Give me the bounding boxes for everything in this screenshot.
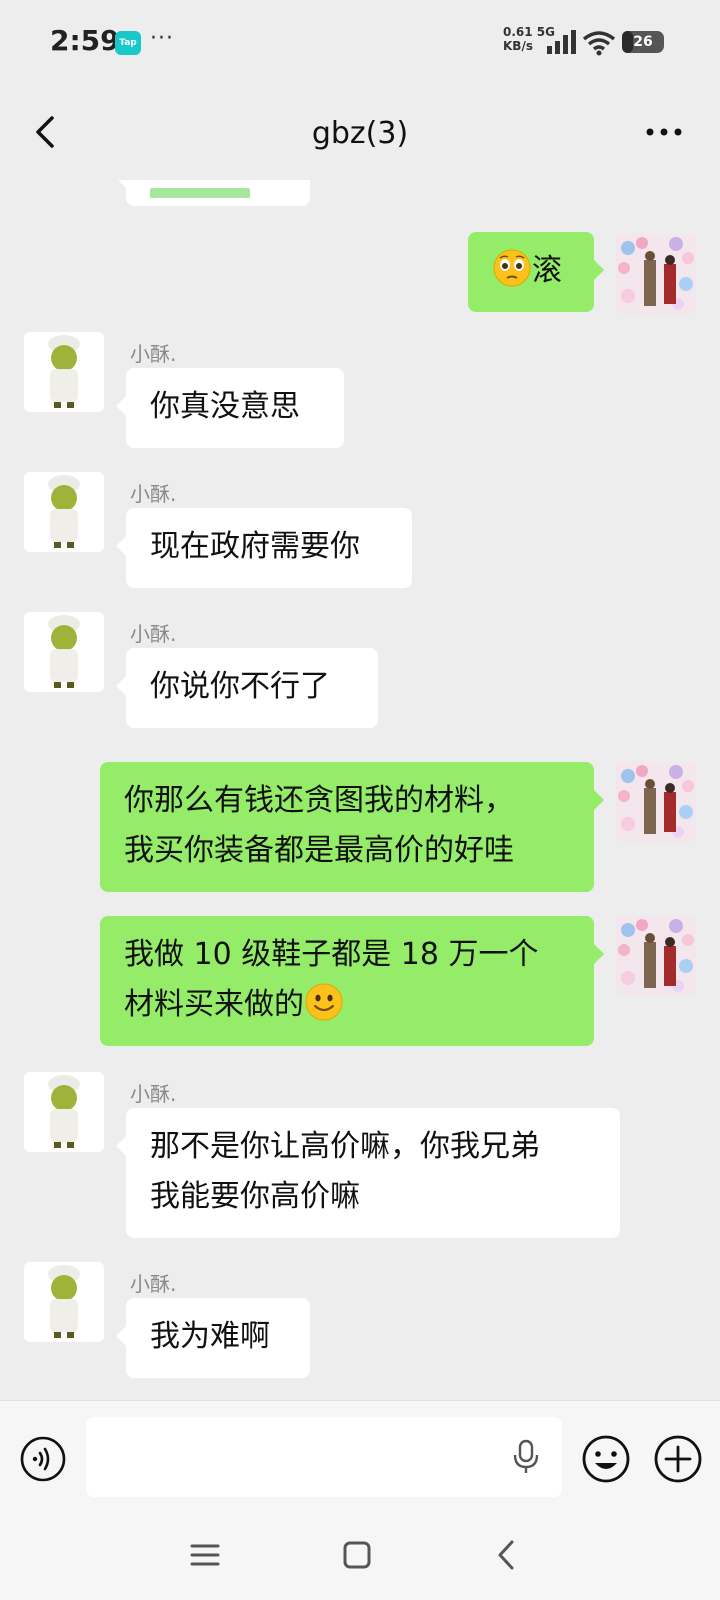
message-bubble-incoming[interactable]: 那不是你让高价嘛，你我兄弟 我能要你高价嘛 [116, 1108, 620, 1238]
tap-app-icon: Tap [115, 31, 141, 55]
status-time: 2:59 [50, 24, 120, 57]
sender-name: 小酥. [130, 1272, 177, 1296]
message-input[interactable] [86, 1417, 562, 1497]
my-avatar[interactable] [616, 762, 696, 842]
message-text-line-with-emoji: 材料买来做的 [124, 980, 570, 1030]
contact-avatar-figure [24, 332, 104, 412]
battery-icon: 26 [622, 31, 664, 53]
message-text: 现在政府需要你 [150, 529, 360, 564]
status-bar: 2:59 Tap ··· 0.61 5G KB/s 26 [0, 0, 720, 88]
message-text: 我为难啊 [150, 1319, 270, 1354]
message-bubble-incoming[interactable]: 你说你不行了 [116, 648, 378, 728]
sender-name: 小酥. [130, 622, 177, 646]
pleading-face-emoji-icon [493, 249, 531, 287]
contact-avatar-figure [24, 472, 104, 552]
system-back-icon[interactable] [492, 1538, 522, 1572]
message-text: 你说你不行了 [150, 669, 330, 704]
wifi-icon [582, 31, 616, 56]
voice-mode-icon[interactable] [19, 1435, 67, 1483]
partial-text-highlight [150, 188, 250, 198]
sender-name: 小酥. [130, 1082, 177, 1106]
message-text-line: 那不是你让高价嘛，你我兄弟 [150, 1129, 540, 1164]
message-text-line: 你那么有钱还贪图我的材料， [124, 783, 514, 818]
chat-header: gbz(3) [0, 88, 720, 180]
contact-avatar-figure [24, 612, 104, 692]
message-list[interactable]: 滚 小酥. 你真没意思 小酥. 现在政府需要你 小酥. 你说你不行了 你那么有钱… [0, 180, 720, 1400]
contact-avatar-figure [24, 1262, 104, 1342]
contact-avatar[interactable] [24, 472, 104, 552]
message-text: 滚 [532, 253, 562, 288]
message-text-line: 我能要你高价嘛 [150, 1179, 360, 1214]
more-actions-plus-icon[interactable] [652, 1433, 704, 1485]
message-bubble-outgoing[interactable]: 滚 [468, 232, 604, 312]
microphone-icon[interactable] [512, 1439, 540, 1475]
chat-input-bar [0, 1400, 720, 1519]
message-text: 材料买来做的 [124, 987, 304, 1022]
my-avatar-photo [616, 234, 696, 314]
system-navigation-bar [0, 1518, 720, 1600]
cellular-signal-icon [547, 30, 576, 54]
smiling-face-emoji-icon [305, 983, 343, 1021]
recent-apps-icon[interactable] [190, 1540, 220, 1570]
message-text: 你真没意思 [150, 389, 300, 424]
message-bubble-outgoing[interactable]: 我做 10 级鞋子都是 18 万一个 材料买来做的 [100, 916, 604, 1046]
my-avatar-photo [616, 916, 696, 996]
message-bubble-incoming[interactable]: 你真没意思 [116, 368, 344, 448]
more-options-icon[interactable] [644, 112, 684, 152]
my-avatar[interactable] [616, 234, 696, 314]
sender-name: 小酥. [130, 342, 177, 366]
contact-avatar[interactable] [24, 332, 104, 412]
chat-title: gbz(3) [311, 116, 409, 151]
message-bubble-incoming[interactable]: 现在政府需要你 [116, 508, 412, 588]
message-bubble-partial[interactable] [116, 180, 310, 206]
notification-more-icon: ··· [150, 26, 174, 51]
message-bubble-incoming[interactable]: 我为难啊 [116, 1298, 310, 1378]
message-bubble-outgoing[interactable]: 你那么有钱还贪图我的材料， 我买你装备都是最高价的好哇 [100, 762, 604, 892]
my-avatar-photo [616, 762, 696, 842]
home-icon[interactable] [342, 1540, 372, 1570]
contact-avatar[interactable] [24, 1262, 104, 1342]
sender-name: 小酥. [130, 482, 177, 506]
contact-avatar[interactable] [24, 612, 104, 692]
my-avatar[interactable] [616, 916, 696, 996]
message-text-line: 我做 10 级鞋子都是 18 万一个 [124, 937, 539, 972]
contact-avatar-figure [24, 1072, 104, 1152]
contact-avatar[interactable] [24, 1072, 104, 1152]
message-text-line: 我买你装备都是最高价的好哇 [124, 833, 514, 868]
battery-level: 26 [633, 34, 653, 50]
emoji-picker-icon[interactable] [580, 1433, 632, 1485]
